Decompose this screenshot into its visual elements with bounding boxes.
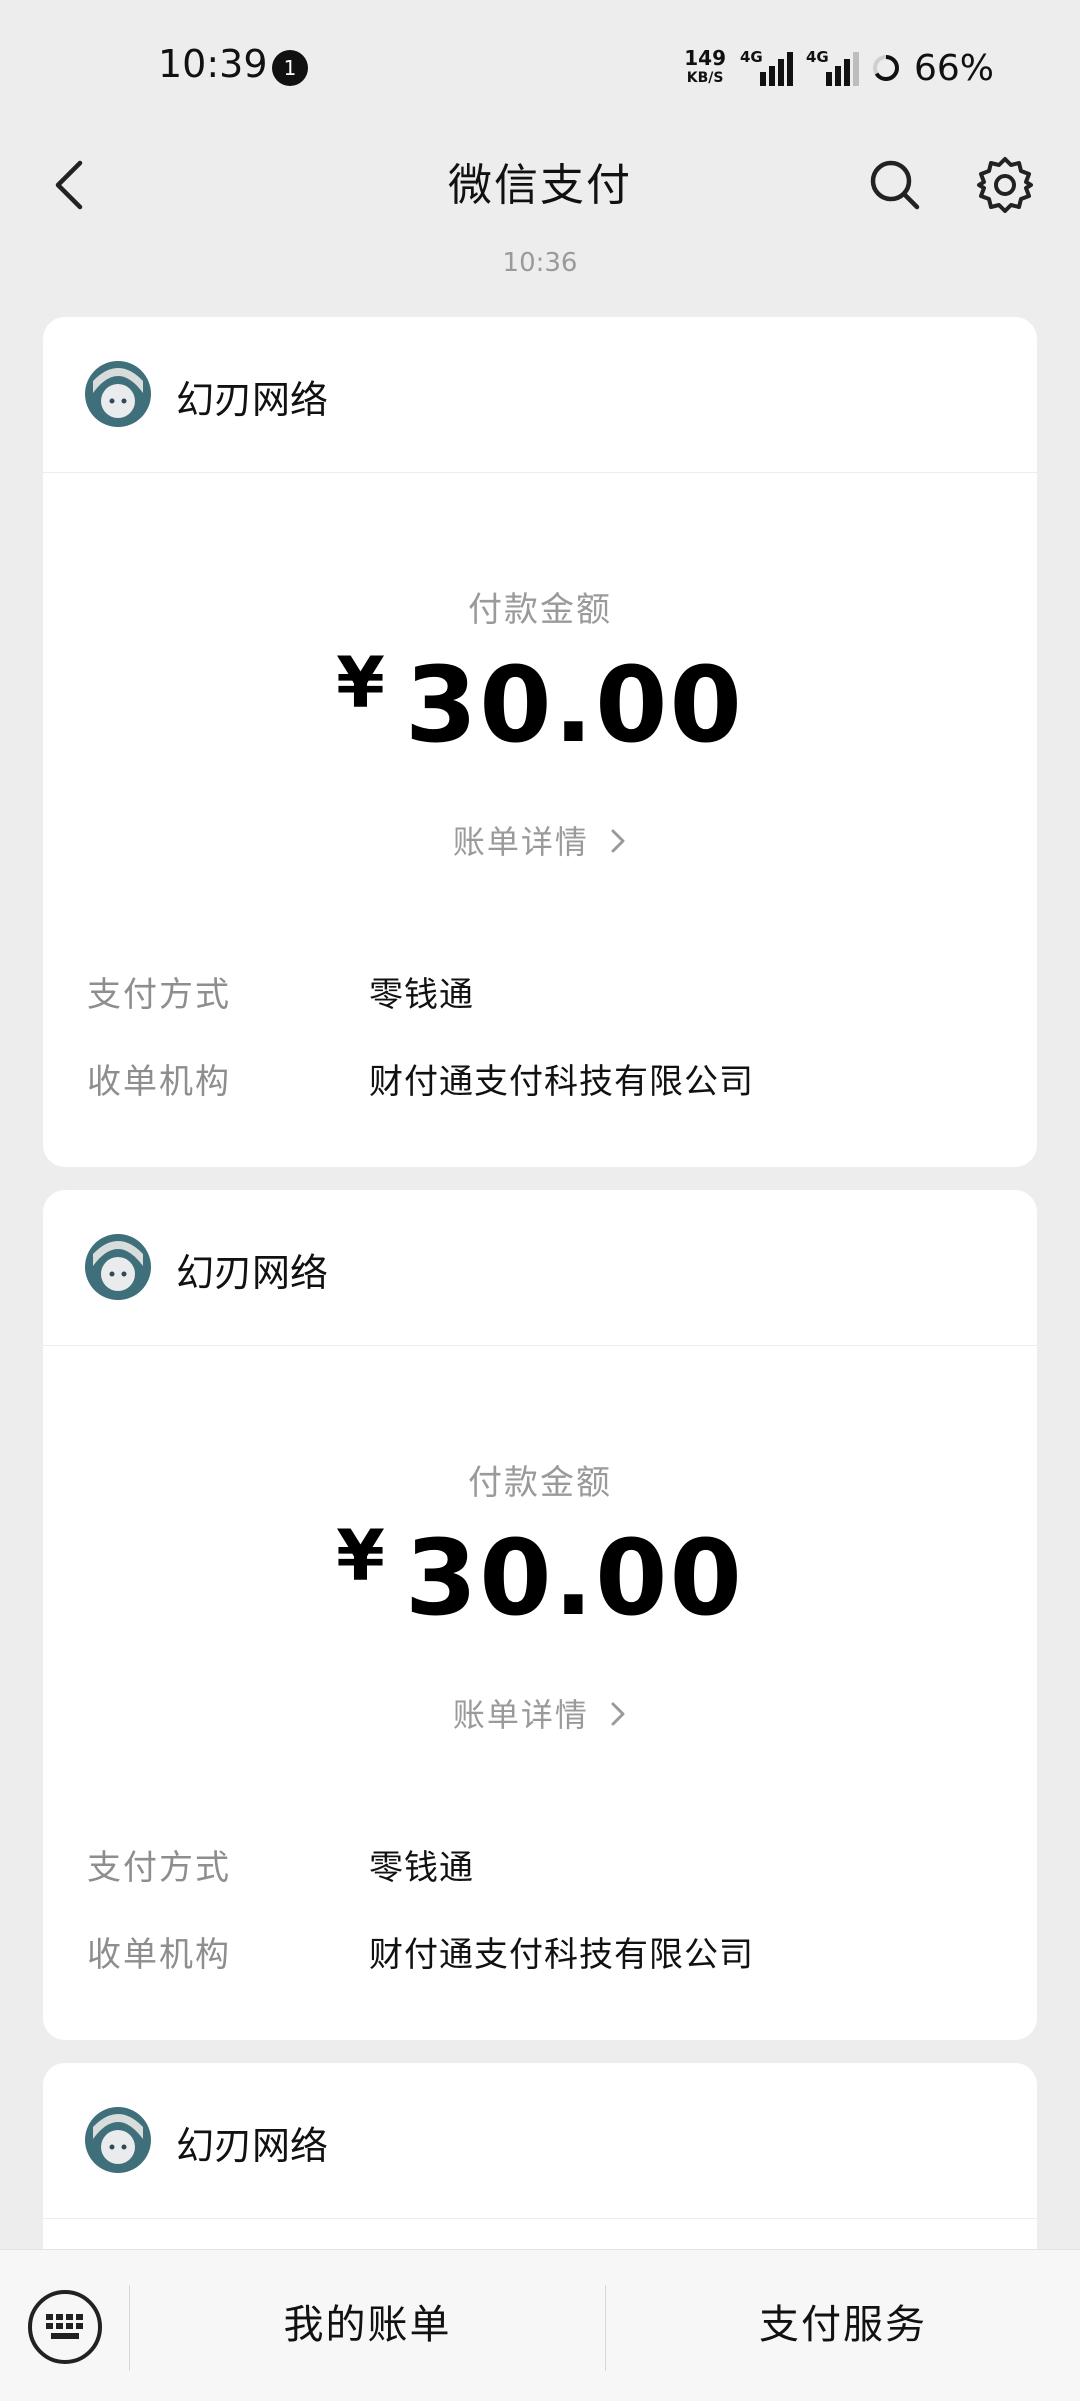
bottom-menu-bar: 我的账单 支付服务 bbox=[0, 2249, 1080, 2401]
battery-ring-icon bbox=[872, 55, 899, 81]
avatar-image bbox=[85, 1234, 151, 1300]
notification-badge: 1 bbox=[272, 50, 308, 86]
currency-symbol: ¥ bbox=[336, 642, 385, 724]
status-time: 10:39 bbox=[158, 42, 268, 86]
search-button[interactable] bbox=[855, 145, 935, 225]
row-value: 财付通支付科技有限公司 bbox=[369, 1935, 754, 1975]
network-speed: 149 KB/S bbox=[684, 48, 726, 88]
keyboard-toggle-button[interactable] bbox=[26, 2288, 104, 2366]
network-speed-value: 149 bbox=[684, 46, 726, 70]
avatar-image bbox=[85, 361, 151, 427]
merchant-name: 幻刃网络 bbox=[176, 2124, 329, 2168]
row-key: 收单机构 bbox=[87, 1935, 231, 1975]
card-header[interactable]: 幻刃网络 bbox=[43, 317, 1037, 473]
status-bar: 10:39 1 149 KB/S 4G 4G 66% bbox=[0, 0, 1080, 135]
top-nav-bar: 微信支付 bbox=[0, 135, 1080, 240]
bill-details-label: 账单详情 bbox=[452, 1696, 589, 1734]
row-value: 财付通支付科技有限公司 bbox=[369, 1062, 754, 1102]
gear-icon bbox=[977, 157, 1033, 213]
status-indicators: 149 KB/S 4G 4G 66% bbox=[684, 44, 994, 92]
payment-amount: ¥30.00 bbox=[43, 1515, 1037, 1639]
amount-value: 30.00 bbox=[404, 1517, 744, 1639]
merchant-avatar bbox=[85, 2107, 151, 2173]
battery-percent: 66% bbox=[913, 47, 994, 89]
bill-details-link[interactable]: 账单详情 bbox=[43, 817, 1037, 863]
amount-value: 30.00 bbox=[404, 644, 744, 766]
merchant-name: 幻刃网络 bbox=[176, 378, 329, 422]
merchant-avatar bbox=[85, 361, 151, 427]
message-timestamp: 10:36 bbox=[502, 248, 578, 278]
payment-amount: ¥30.00 bbox=[43, 642, 1037, 766]
signal-sim1-icon: 4G bbox=[739, 48, 793, 86]
tab-payment-services[interactable]: 支付服务 bbox=[606, 2290, 1080, 2360]
keyboard-icon bbox=[28, 2290, 102, 2364]
signal-sim2-icon: 4G bbox=[805, 48, 859, 86]
merchant-avatar bbox=[85, 1234, 151, 1300]
currency-symbol: ¥ bbox=[336, 1515, 385, 1597]
payment-card[interactable]: 幻刃网络 付款金额 ¥30.00 账单详情 支付方式 零钱通 收单机构 财付通支… bbox=[43, 317, 1037, 1167]
chevron-right-icon bbox=[611, 1702, 625, 1726]
row-value: 零钱通 bbox=[369, 1848, 474, 1888]
card-header[interactable]: 幻刃网络 bbox=[43, 2063, 1037, 2219]
amount-label: 付款金额 bbox=[468, 590, 612, 630]
amount-label: 付款金额 bbox=[468, 1463, 612, 1503]
settings-button[interactable] bbox=[965, 145, 1045, 225]
avatar-image bbox=[85, 2107, 151, 2173]
card-header[interactable]: 幻刃网络 bbox=[43, 1190, 1037, 1346]
sim2-label: 4G bbox=[805, 48, 829, 66]
row-key: 支付方式 bbox=[87, 1848, 231, 1888]
chevron-right-icon bbox=[611, 829, 625, 853]
search-icon bbox=[870, 160, 920, 210]
sim1-label: 4G bbox=[739, 48, 763, 66]
merchant-name: 幻刃网络 bbox=[176, 1251, 329, 1295]
payment-card[interactable]: 幻刃网络 付款金额 ¥30.00 账单详情 支付方式 零钱通 收单机构 财付通支… bbox=[43, 1190, 1037, 2040]
row-value: 零钱通 bbox=[369, 975, 474, 1015]
bill-details-link[interactable]: 账单详情 bbox=[43, 1690, 1037, 1736]
row-key: 收单机构 bbox=[87, 1062, 231, 1102]
network-speed-unit: KB/S bbox=[686, 70, 724, 86]
row-key: 支付方式 bbox=[87, 975, 231, 1015]
tab-my-bills[interactable]: 我的账单 bbox=[130, 2290, 605, 2360]
bill-details-label: 账单详情 bbox=[452, 823, 589, 861]
